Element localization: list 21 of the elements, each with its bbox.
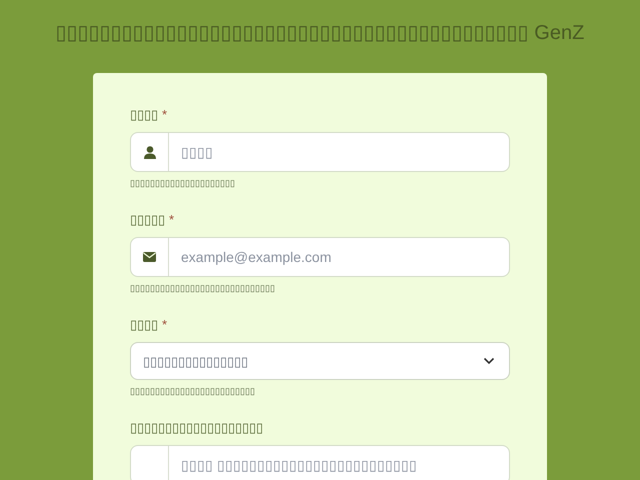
select-field[interactable]: ▯▯▯▯▯▯▯▯▯▯▯▯▯▯▯ xyxy=(130,342,510,380)
field-label: ▯▯▯▯▯ xyxy=(130,212,165,227)
input-field[interactable]: example@example.com xyxy=(130,237,510,277)
field-label: ▯▯▯▯ xyxy=(130,317,158,332)
input-field[interactable]: ▯▯▯▯ xyxy=(130,132,510,172)
page-title: ▯▯▯▯▯▯▯▯▯▯▯▯▯▯▯▯▯▯▯▯▯▯▯▯▯▯▯▯▯▯▯▯▯▯▯▯▯▯▯▯▯▯▯ GenZ xyxy=(56,21,584,45)
required-mark: * xyxy=(169,212,174,227)
required-mark: * xyxy=(162,317,168,332)
envelope-icon xyxy=(143,252,156,262)
user-icon xyxy=(144,146,156,158)
chevron-down-icon xyxy=(483,357,495,365)
input-field[interactable]: ▯▯▯▯ ▯▯▯▯▯▯▯▯▯▯▯▯▯▯▯▯▯▯▯▯▯▯▯▯▯ xyxy=(130,445,510,480)
field-hint: ▯▯▯▯▯▯▯▯▯▯▯▯▯▯▯▯▯▯▯▯▯▯▯▯▯ xyxy=(130,386,256,396)
input-placeholder: ▯▯▯▯ ▯▯▯▯▯▯▯▯▯▯▯▯▯▯▯▯▯▯▯▯▯▯▯▯▯ xyxy=(180,456,418,475)
field-label: ▯▯▯▯▯▯▯▯▯▯▯▯▯▯▯▯▯▯▯ xyxy=(130,420,263,435)
required-mark: * xyxy=(162,107,168,122)
input-placeholder: ▯▯▯▯ xyxy=(180,143,214,162)
field-hint: ▯▯▯▯▯▯▯▯▯▯▯▯▯▯▯▯▯▯▯▯▯▯▯▯▯▯▯▯▯ xyxy=(130,283,276,293)
input-placeholder: example@example.com xyxy=(180,248,332,267)
field-hint: ▯▯▯▯▯▯▯▯▯▯▯▯▯▯▯▯▯▯▯▯▯ xyxy=(130,178,236,188)
field-label: ▯▯▯▯ xyxy=(130,107,158,122)
